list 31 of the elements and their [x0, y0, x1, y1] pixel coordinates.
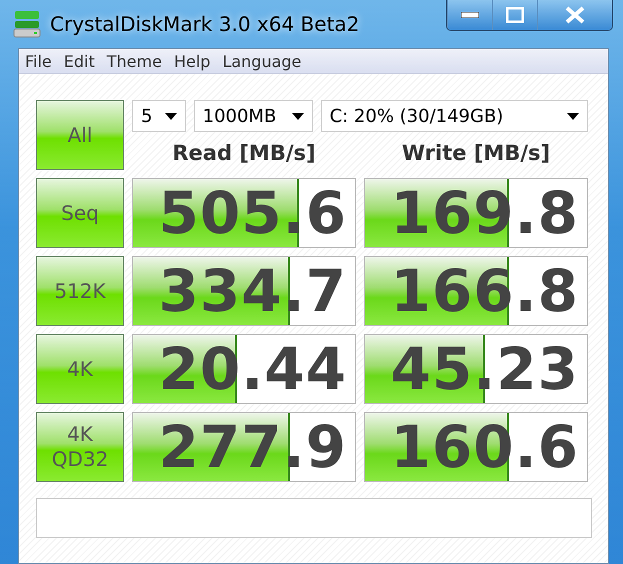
menu-item[interactable]: Theme — [102, 52, 166, 70]
window-title: CrystalDiskMark 3.0 x64 Beta2 — [50, 12, 360, 36]
result-value: 160.6 — [390, 413, 579, 481]
close-icon — [564, 6, 586, 24]
disk-icon — [12, 9, 42, 39]
minimize-button[interactable] — [447, 0, 492, 30]
menu-item[interactable]: Language — [218, 52, 306, 70]
result-value: 166.8 — [390, 257, 579, 325]
all-button[interactable]: All — [36, 100, 124, 170]
maximize-icon — [506, 7, 524, 23]
caret-icon — [164, 112, 177, 120]
result-value: 169.8 — [390, 179, 579, 247]
dropdown[interactable]: C: 20% (30/149GB) — [320, 100, 588, 132]
dropdown[interactable]: 5 — [132, 100, 186, 132]
close-button[interactable] — [537, 0, 612, 30]
dropdown[interactable]: 1000MB — [194, 100, 313, 132]
caret-icon — [567, 112, 579, 120]
column-header: Write [MB/s] — [400, 141, 552, 165]
test-button[interactable]: 4K QD32 — [36, 412, 124, 482]
caret-icon — [292, 112, 304, 120]
comment-field[interactable] — [36, 498, 592, 538]
menu-item[interactable]: Edit — [60, 52, 99, 70]
maximize-button[interactable] — [492, 0, 537, 30]
test-button[interactable]: Seq — [36, 178, 124, 248]
result-value: 45.23 — [390, 335, 579, 403]
column-header: Read [MB/s] — [171, 141, 317, 165]
test-button[interactable]: 4K — [36, 334, 124, 404]
test-button[interactable]: 512K — [36, 256, 124, 326]
menu-item[interactable]: File — [21, 52, 56, 70]
menu-item[interactable]: Help — [170, 52, 214, 70]
minimize-icon — [461, 12, 479, 18]
